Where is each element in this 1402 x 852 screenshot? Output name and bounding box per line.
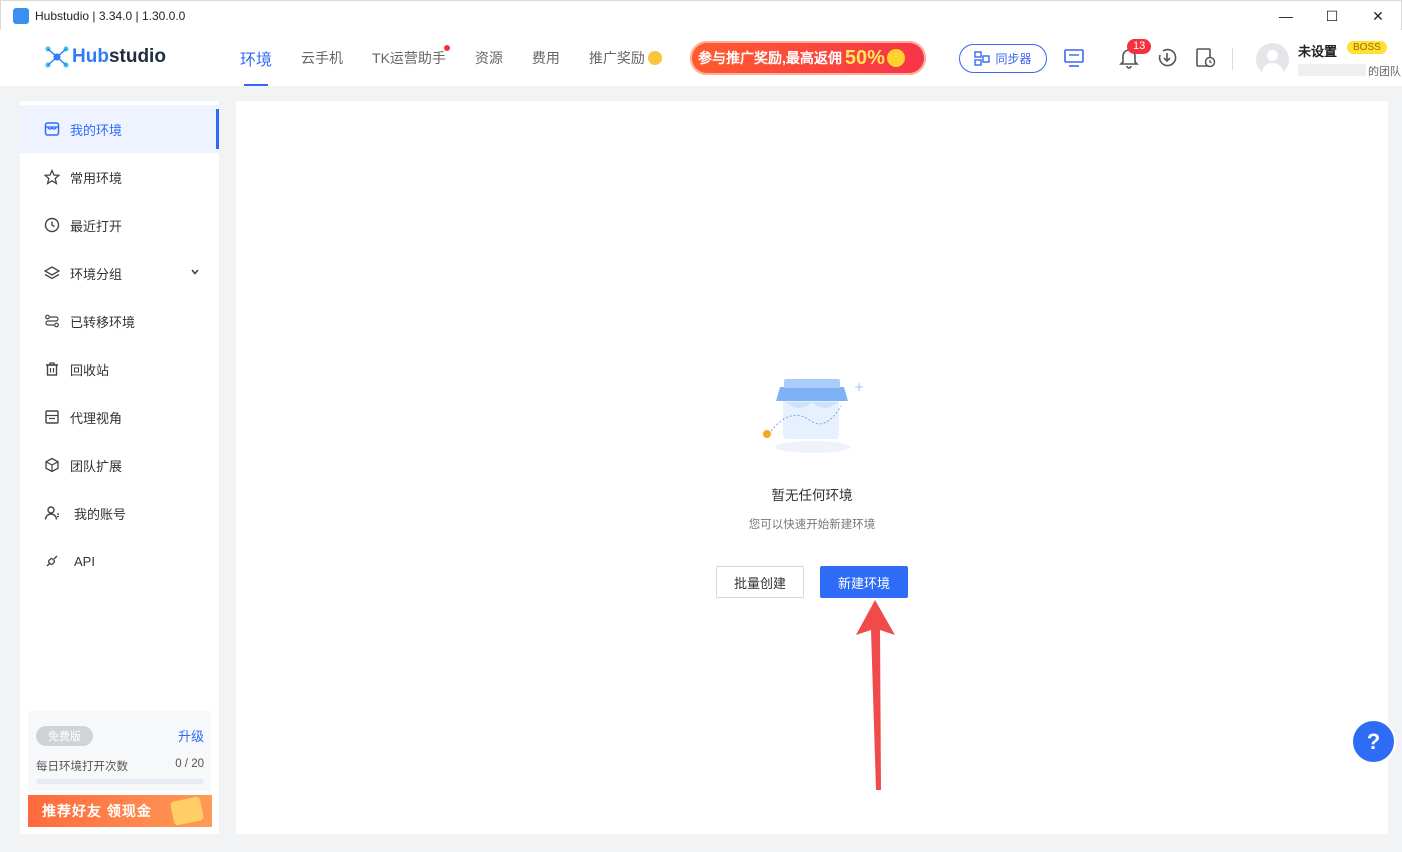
sidebar: 我的环境 常用环境 最近打开 环境分组 已转移环境 回收站 代理视角 团队扩展 … <box>20 101 219 834</box>
main-content: + 暂无任何环境 您可以快速开始新建环境 批量创建 新建环境 <box>236 101 1388 834</box>
sidebar-item-recycle-bin[interactable]: 回收站 <box>20 345 219 393</box>
empty-state-subtitle: 您可以快速开始新建环境 <box>748 519 876 531</box>
team-name-redacted <box>1298 64 1366 76</box>
header-divider <box>1232 48 1233 70</box>
layers-icon <box>44 265 60 281</box>
app-header: Hubstudio 环境 云手机 TK运营助手 资源 费用 推广奖励 参与推广奖… <box>0 30 1402 86</box>
plan-tag: 免费版 <box>36 726 93 746</box>
nav-cloud-phone[interactable]: 云手机 <box>301 30 343 86</box>
sidebar-item-proxy-view[interactable]: 代理视角 <box>20 393 219 441</box>
nav-tk-assistant[interactable]: TK运营助手 <box>372 30 450 86</box>
role-badge: BOSS <box>1347 41 1387 54</box>
monitor-icon[interactable] <box>1062 46 1086 70</box>
nav-fees[interactable]: 费用 <box>532 30 560 86</box>
api-icon <box>44 553 60 569</box>
sidebar-item-my-account[interactable]: 我的账号 <box>20 489 219 537</box>
window-controls: — ☐ ✕ <box>1263 1 1401 31</box>
download-icon[interactable] <box>1155 46 1179 70</box>
proxy-icon <box>44 409 60 425</box>
star-icon <box>44 169 60 185</box>
nav-referral-rewards[interactable]: 推广奖励 <box>589 30 662 86</box>
gift-icon <box>169 796 205 826</box>
user-icon <box>44 505 60 521</box>
sidebar-item-favorites[interactable]: 常用环境 <box>20 153 219 201</box>
sidebar-item-team-extension[interactable]: 团队扩展 <box>20 441 219 489</box>
batch-create-button[interactable]: 批量创建 <box>716 566 804 598</box>
new-environment-button[interactable]: 新建环境 <box>820 566 908 598</box>
upgrade-link[interactable]: 升级 <box>178 726 204 745</box>
annotation-arrow-icon <box>856 600 895 790</box>
transfer-icon <box>44 313 60 329</box>
notification-badge: 13 <box>1127 39 1152 54</box>
history-icon[interactable] <box>1193 46 1217 70</box>
top-nav: 环境 云手机 TK运营助手 资源 费用 推广奖励 <box>240 30 691 86</box>
cube-icon <box>44 457 60 473</box>
logo-text: Hubstudio <box>72 46 166 67</box>
clock-icon <box>44 217 60 233</box>
trash-icon <box>44 361 60 377</box>
svg-text:+: + <box>854 380 864 394</box>
sidebar-item-api[interactable]: API <box>20 537 219 585</box>
logo[interactable]: Hubstudio <box>44 44 166 70</box>
close-button[interactable]: ✕ <box>1355 1 1401 31</box>
quota-label: 每日环境打开次数 <box>36 761 128 773</box>
app-icon <box>13 7 29 24</box>
window-title: Hubstudio | 3.34.0 | 1.30.0.0 <box>35 8 186 23</box>
coin-icon <box>647 51 662 65</box>
sidebar-item-transferred[interactable]: 已转移环境 <box>20 297 219 345</box>
maximize-button[interactable]: ☐ <box>1309 1 1355 31</box>
synchronizer-button[interactable]: 同步器 <box>959 44 1047 73</box>
plan-box: 免费版 升级 每日环境打开次数 0 / 20 <box>28 711 211 791</box>
coin-icon <box>886 49 905 67</box>
store-icon <box>44 121 60 137</box>
sidebar-item-my-environments[interactable]: 我的环境 <box>20 105 219 153</box>
help-button[interactable]: ? <box>1351 719 1396 764</box>
chevron-down-icon[interactable] <box>189 266 201 278</box>
promo-banner[interactable]: 参与推广奖励,最高返佣 50% <box>690 41 926 75</box>
minimize-button[interactable]: — <box>1263 1 1309 31</box>
quota-value: 0 / 20 <box>175 758 204 770</box>
nav-environment[interactable]: 环境 <box>240 30 272 86</box>
referral-banner[interactable]: 推荐好友 领现金 <box>28 795 212 827</box>
sync-icon <box>974 50 991 66</box>
sidebar-item-recent[interactable]: 最近打开 <box>20 201 219 249</box>
user-name[interactable]: 未设置 <box>1298 41 1337 60</box>
sidebar-item-groups[interactable]: 环境分组 <box>20 249 219 297</box>
nav-resources[interactable]: 资源 <box>475 30 503 86</box>
team-name: 的团队 <box>1368 66 1401 78</box>
quota-progress-bar <box>36 779 204 784</box>
new-dot <box>443 45 450 51</box>
logo-icon <box>45 46 69 68</box>
empty-store-illustration: + <box>763 379 864 453</box>
avatar[interactable] <box>1256 43 1289 76</box>
window-titlebar: Hubstudio | 3.34.0 | 1.30.0.0 — ☐ ✕ <box>0 0 1402 30</box>
empty-state-title: 暂无任何环境 <box>771 488 853 503</box>
